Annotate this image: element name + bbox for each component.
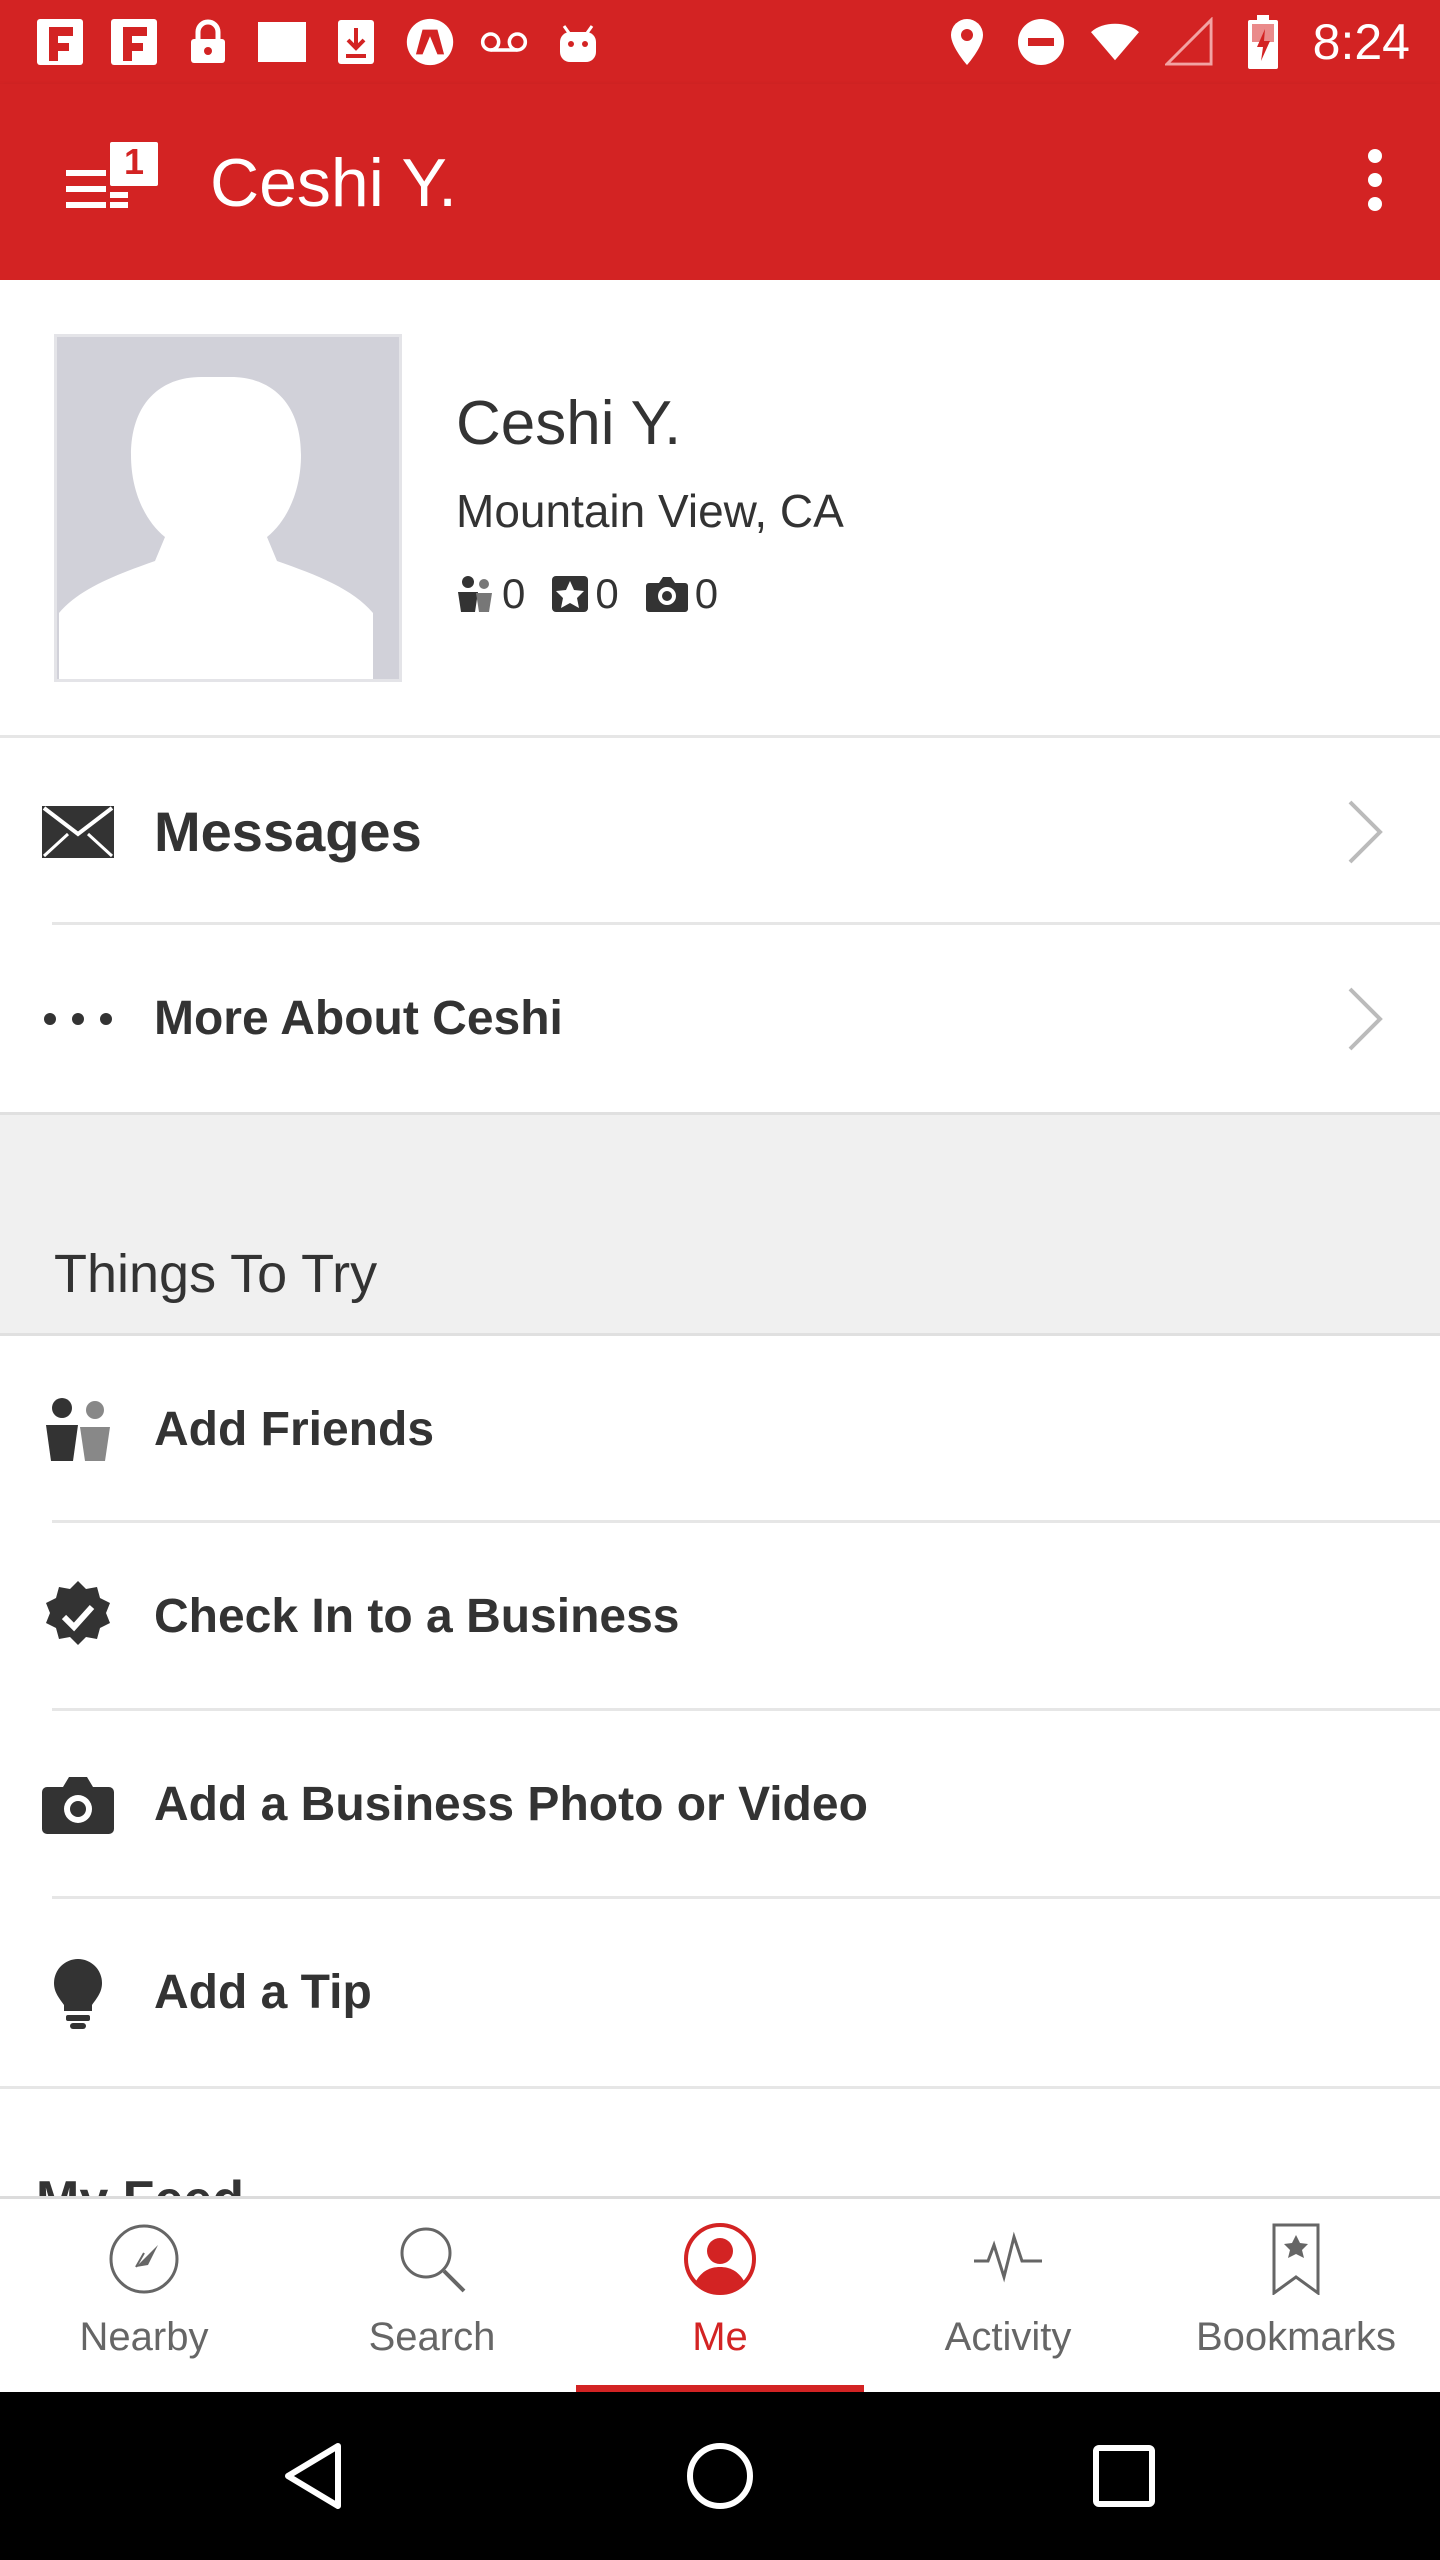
- android-icon: [406, 18, 454, 66]
- tab-label: Nearby: [79, 2315, 209, 2359]
- camera-icon: [38, 1765, 118, 1845]
- android-robot-icon: [554, 18, 602, 66]
- search-icon: [396, 2223, 468, 2295]
- drawer-menu-icon[interactable]: 1: [62, 136, 162, 226]
- things-to-try-header: Things To Try: [0, 1112, 1440, 1336]
- reviews-stat: 0: [551, 570, 619, 618]
- page-title: Ceshi Y.: [210, 145, 457, 221]
- flipboard-icon: [110, 18, 158, 66]
- do-not-disturb-icon: [1017, 18, 1065, 66]
- square-icon: [258, 18, 306, 66]
- tab-label: Search: [368, 2315, 496, 2359]
- bookmark-icon: [1260, 2223, 1332, 2296]
- lightbulb-icon: [38, 1953, 118, 2033]
- divider: [0, 2086, 1440, 2089]
- profile-header: Ceshi Y. Mountain View, CA 0 0 0: [0, 280, 1440, 738]
- add-friends-row[interactable]: Add Friends: [0, 1336, 1440, 1524]
- add-tip-label: Add a Tip: [154, 1966, 372, 2019]
- bottom-navigation: Nearby Search Me Activity Bookmarks: [0, 2196, 1440, 2395]
- flipboard-icon: [36, 18, 84, 66]
- add-tip-row[interactable]: Add a Tip: [0, 1899, 1440, 2087]
- avatar[interactable]: [54, 334, 402, 682]
- tab-me[interactable]: Me: [576, 2199, 864, 2395]
- activity-icon: [972, 2223, 1044, 2295]
- messages-label: Messages: [154, 800, 422, 863]
- more-about-label: More About Ceshi: [154, 992, 563, 1045]
- reviews-count: 0: [595, 570, 619, 617]
- tab-label: Bookmarks: [1195, 2315, 1397, 2359]
- battery-icon: [1239, 15, 1287, 69]
- messages-row[interactable]: Messages: [0, 738, 1440, 926]
- profile-location: Mountain View, CA: [456, 485, 844, 537]
- more-vert-icon[interactable]: [1350, 140, 1400, 220]
- download-icon: [332, 18, 380, 66]
- check-in-row[interactable]: Check In to a Business: [0, 1523, 1440, 1711]
- tab-nearby[interactable]: Nearby: [0, 2199, 288, 2395]
- add-photo-row[interactable]: Add a Business Photo or Video: [0, 1711, 1440, 1899]
- status-bar-system: 8:24: [943, 12, 1410, 72]
- home-icon[interactable]: [680, 2436, 760, 2516]
- tab-bookmarks[interactable]: Bookmarks: [1152, 2199, 1440, 2395]
- friends-stat: 0: [456, 570, 525, 618]
- tab-search[interactable]: Search: [288, 2199, 576, 2395]
- back-icon[interactable]: [278, 2436, 358, 2516]
- review-star-icon: [552, 576, 589, 612]
- add-photo-label: Add a Business Photo or Video: [154, 1778, 868, 1831]
- more-about-row[interactable]: More About Ceshi: [0, 925, 1440, 1113]
- tab-activity[interactable]: Activity: [864, 2199, 1152, 2395]
- profile-icon: [684, 2223, 756, 2295]
- check-in-icon: [38, 1577, 118, 1657]
- check-in-label: Check In to a Business: [154, 1590, 680, 1643]
- compass-icon: [108, 2223, 180, 2295]
- friends-count: 0: [502, 570, 526, 617]
- envelope-icon: [38, 792, 118, 872]
- photos-count: 0: [694, 570, 719, 617]
- more-horiz-icon: [38, 979, 118, 1059]
- recents-icon[interactable]: [1084, 2436, 1164, 2516]
- friends-icon: [38, 1390, 118, 1470]
- tab-label: Activity: [944, 2315, 1072, 2359]
- photos-stat: 0: [645, 570, 718, 618]
- lock-icon: [184, 18, 232, 66]
- clock-time: 8:24: [1312, 14, 1410, 70]
- system-navigation-bar: [0, 2392, 1440, 2560]
- location-icon: [943, 18, 991, 66]
- friends-icon: [458, 576, 492, 612]
- app-bar: 1 Ceshi Y.: [0, 84, 1440, 280]
- camera-icon: [645, 577, 688, 612]
- profile-stats: 0 0 0: [456, 570, 718, 618]
- signal-icon: [1164, 17, 1213, 66]
- chevron-right-icon: [1344, 983, 1388, 1055]
- section-title: Things To Try: [54, 1244, 378, 1304]
- profile-name: Ceshi Y.: [456, 389, 682, 458]
- chevron-right-icon: [1344, 796, 1388, 868]
- status-bar: 8:24: [0, 0, 1440, 84]
- status-bar-notifications: [36, 12, 602, 72]
- wifi-icon: [1090, 18, 1139, 66]
- voicemail-icon: [480, 18, 528, 66]
- add-friends-label: Add Friends: [154, 1403, 435, 1456]
- notification-badge: 1: [123, 141, 145, 182]
- tab-label: Me: [692, 2315, 748, 2359]
